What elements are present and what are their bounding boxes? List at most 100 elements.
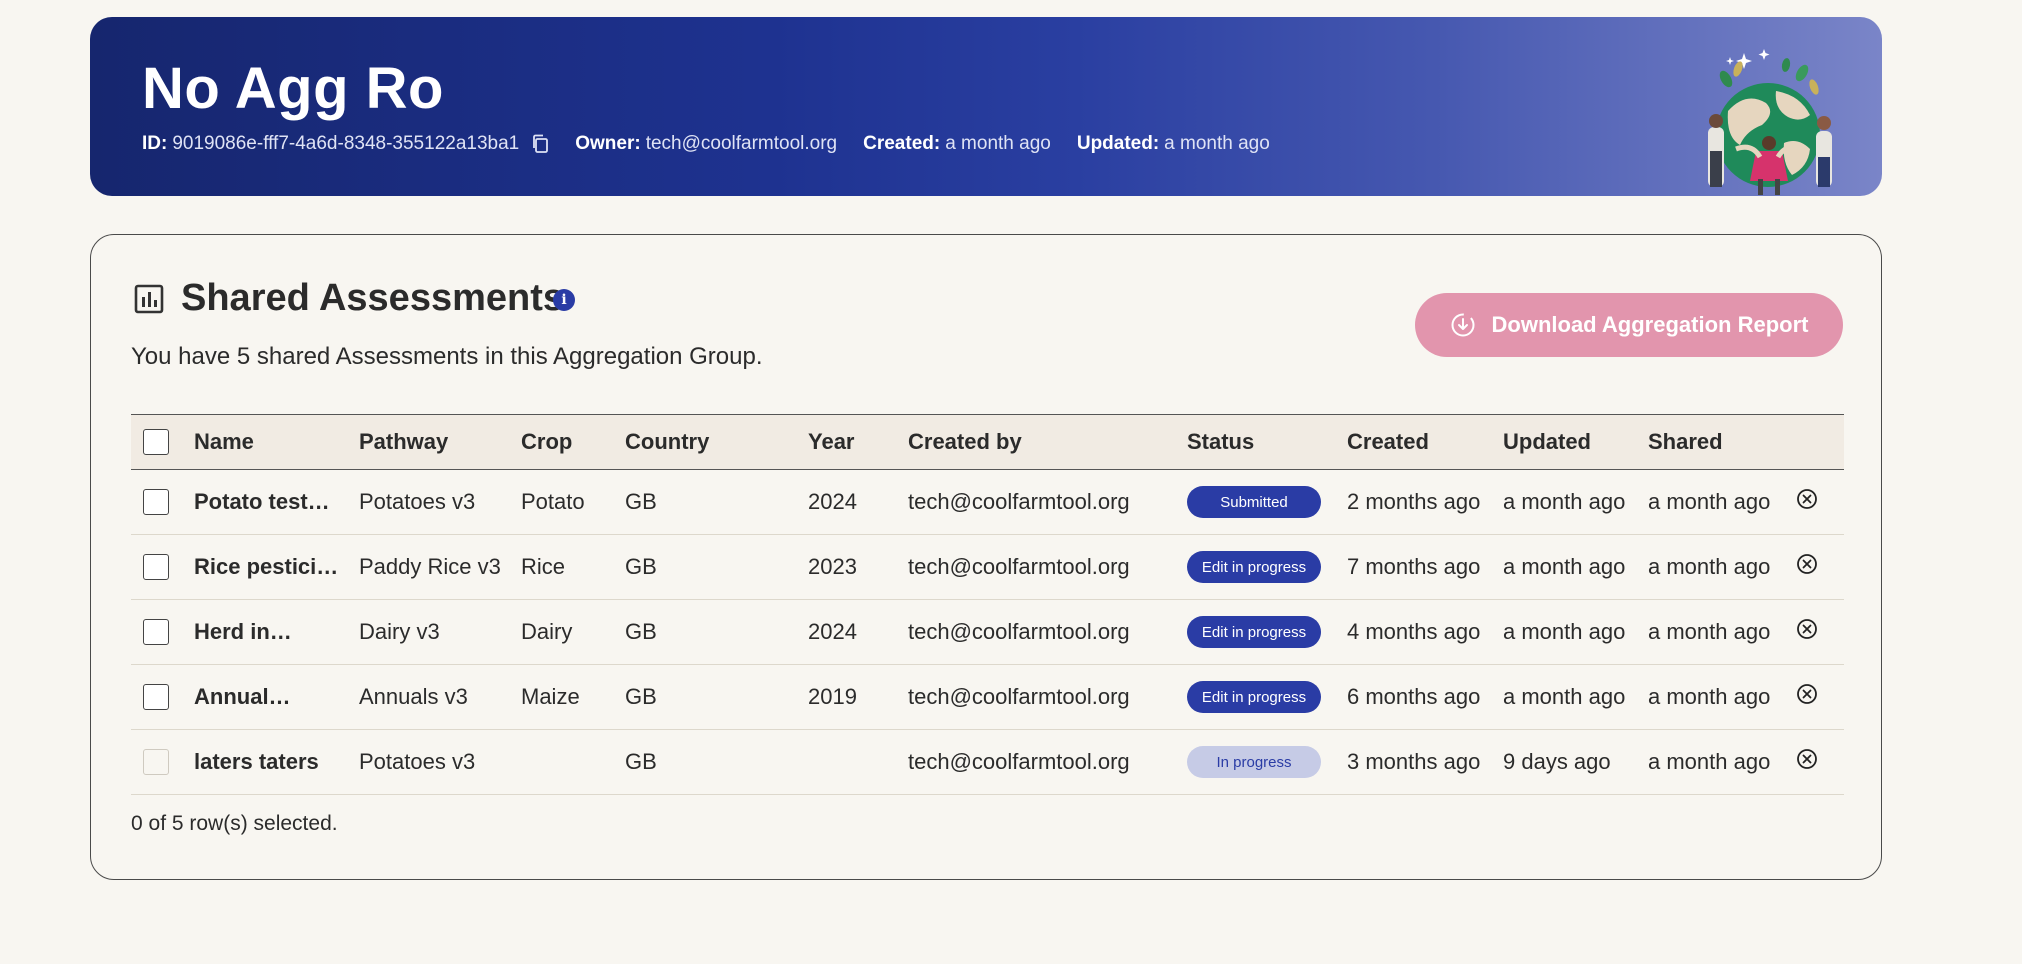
created-by-cell: tech@coolfarmtool.org — [908, 489, 1130, 514]
created-value: a month ago — [945, 133, 1051, 154]
row-checkbox[interactable] — [143, 619, 169, 645]
globe-people-illustration — [1706, 31, 1834, 196]
created-cell: 3 months ago — [1347, 749, 1481, 774]
created-cell: 6 months ago — [1347, 684, 1481, 709]
column-header-created-by[interactable]: Created by — [908, 429, 1187, 455]
assessment-name-link[interactable]: Annual… — [194, 684, 359, 710]
shared-cell: a month ago — [1648, 684, 1771, 709]
table-row[interactable]: Herd in… Dairy v3 Dairy GB 2024 tech@coo… — [131, 600, 1844, 665]
copy-icon[interactable] — [531, 134, 549, 154]
updated-cell: a month ago — [1503, 554, 1626, 579]
owner-label: Owner: — [575, 133, 641, 154]
remove-circle-x-icon[interactable] — [1796, 488, 1818, 510]
group-owner: Owner: tech@coolfarmtool.org — [575, 133, 837, 155]
column-header-crop[interactable]: Crop — [521, 429, 625, 455]
updated-cell: a month ago — [1503, 619, 1626, 644]
country-cell: GB — [625, 749, 657, 774]
column-header-name[interactable]: Name — [194, 429, 359, 455]
country-cell: GB — [625, 489, 657, 514]
group-updated: Updated: a month ago — [1077, 133, 1270, 155]
shared-cell: a month ago — [1648, 619, 1771, 644]
created-label: Created: — [863, 133, 941, 154]
crop-cell: Maize — [521, 684, 580, 709]
column-header-status[interactable]: Status — [1187, 429, 1347, 455]
remove-circle-x-icon[interactable] — [1796, 618, 1818, 640]
created-by-cell: tech@coolfarmtool.org — [908, 554, 1130, 579]
table-header-row: Name Pathway Crop Country Year Created b… — [131, 414, 1844, 470]
updated-cell: 9 days ago — [1503, 749, 1611, 774]
info-icon[interactable]: i — [553, 289, 575, 311]
table-row[interactable]: Potato test… Potatoes v3 Potato GB 2024 … — [131, 470, 1844, 535]
pathway-cell: Annuals v3 — [359, 684, 468, 709]
created-cell: 4 months ago — [1347, 619, 1481, 644]
column-header-updated[interactable]: Updated — [1503, 429, 1648, 455]
pathway-cell: Paddy Rice v3 — [359, 554, 501, 579]
shared-cell: a month ago — [1648, 749, 1771, 774]
assessments-table: Name Pathway Crop Country Year Created b… — [131, 414, 1844, 795]
status-badge: Edit in progress — [1187, 616, 1321, 648]
section-subtitle: You have 5 shared Assessments in this Ag… — [131, 343, 763, 370]
pathway-cell: Dairy v3 — [359, 619, 440, 644]
group-meta: ID: 9019086e-fff7-4a6d-8348-355122a13ba1… — [142, 133, 1296, 155]
created-by-cell: tech@coolfarmtool.org — [908, 619, 1130, 644]
table-row[interactable]: Annual… Annuals v3 Maize GB 2019 tech@co… — [131, 665, 1844, 730]
crop-cell: Dairy — [521, 619, 573, 644]
status-badge: Edit in progress — [1187, 551, 1321, 583]
id-value: 9019086e-fff7-4a6d-8348-355122a13ba1 — [172, 133, 520, 154]
remove-circle-x-icon[interactable] — [1796, 683, 1818, 705]
crop-cell: Potato — [521, 489, 585, 514]
updated-value: a month ago — [1164, 133, 1270, 154]
download-icon — [1450, 312, 1476, 338]
year-cell: 2023 — [808, 554, 857, 579]
download-aggregation-report-button[interactable]: Download Aggregation Report — [1415, 293, 1843, 357]
page-title: No Agg Ro — [142, 56, 444, 121]
assessment-name-link[interactable]: Herd in… — [194, 619, 359, 645]
created-cell: 2 months ago — [1347, 489, 1481, 514]
shared-cell: a month ago — [1648, 554, 1771, 579]
remove-circle-x-icon[interactable] — [1796, 748, 1818, 770]
group-created: Created: a month ago — [863, 133, 1051, 155]
column-header-created[interactable]: Created — [1347, 429, 1503, 455]
shared-cell: a month ago — [1648, 489, 1771, 514]
country-cell: GB — [625, 619, 657, 644]
shared-assessments-card: Shared Assessments i You have 5 shared A… — [90, 234, 1882, 880]
row-checkbox[interactable] — [143, 489, 169, 515]
remove-circle-x-icon[interactable] — [1796, 553, 1818, 575]
group-id: ID: 9019086e-fff7-4a6d-8348-355122a13ba1 — [142, 133, 549, 155]
year-cell: 2024 — [808, 619, 857, 644]
table-row[interactable]: laters taters Potatoes v3 GB tech@coolfa… — [131, 730, 1844, 795]
column-header-pathway[interactable]: Pathway — [359, 429, 521, 455]
row-checkbox[interactable] — [143, 554, 169, 580]
column-header-shared[interactable]: Shared — [1648, 429, 1796, 455]
column-header-country[interactable]: Country — [625, 429, 808, 455]
bar-chart-icon — [133, 283, 165, 315]
year-cell: 2024 — [808, 489, 857, 514]
pathway-cell: Potatoes v3 — [359, 749, 476, 774]
created-by-cell: tech@coolfarmtool.org — [908, 749, 1130, 774]
assessment-name-link[interactable]: laters taters — [194, 749, 359, 775]
download-button-label: Download Aggregation Report — [1491, 312, 1809, 337]
section-title: Shared Assessments — [181, 277, 565, 319]
row-checkbox[interactable] — [143, 684, 169, 710]
status-badge: In progress — [1187, 746, 1321, 778]
crop-cell: Rice — [521, 554, 566, 579]
assessment-name-link[interactable]: Potato test… — [194, 489, 359, 515]
created-by-cell: tech@coolfarmtool.org — [908, 684, 1130, 709]
select-all-checkbox[interactable] — [143, 429, 169, 455]
owner-value: tech@coolfarmtool.org — [645, 133, 838, 154]
pathway-cell: Potatoes v3 — [359, 489, 476, 514]
group-header-banner: No Agg Ro ID: 9019086e-fff7-4a6d-8348-35… — [90, 17, 1882, 196]
row-checkbox-disabled — [143, 749, 169, 775]
created-cell: 7 months ago — [1347, 554, 1481, 579]
table-row[interactable]: Rice pestici… Paddy Rice v3 Rice GB 2023… — [131, 535, 1844, 600]
status-badge: Submitted — [1187, 486, 1321, 518]
updated-label: Updated: — [1076, 133, 1160, 154]
assessment-name-link[interactable]: Rice pestici… — [194, 554, 359, 580]
country-cell: GB — [625, 684, 657, 709]
country-cell: GB — [625, 554, 657, 579]
year-cell: 2019 — [808, 684, 857, 709]
selection-count: 0 of 5 row(s) selected. — [131, 812, 338, 835]
updated-cell: a month ago — [1503, 684, 1626, 709]
id-label: ID: — [142, 133, 168, 154]
column-header-year[interactable]: Year — [808, 429, 908, 455]
